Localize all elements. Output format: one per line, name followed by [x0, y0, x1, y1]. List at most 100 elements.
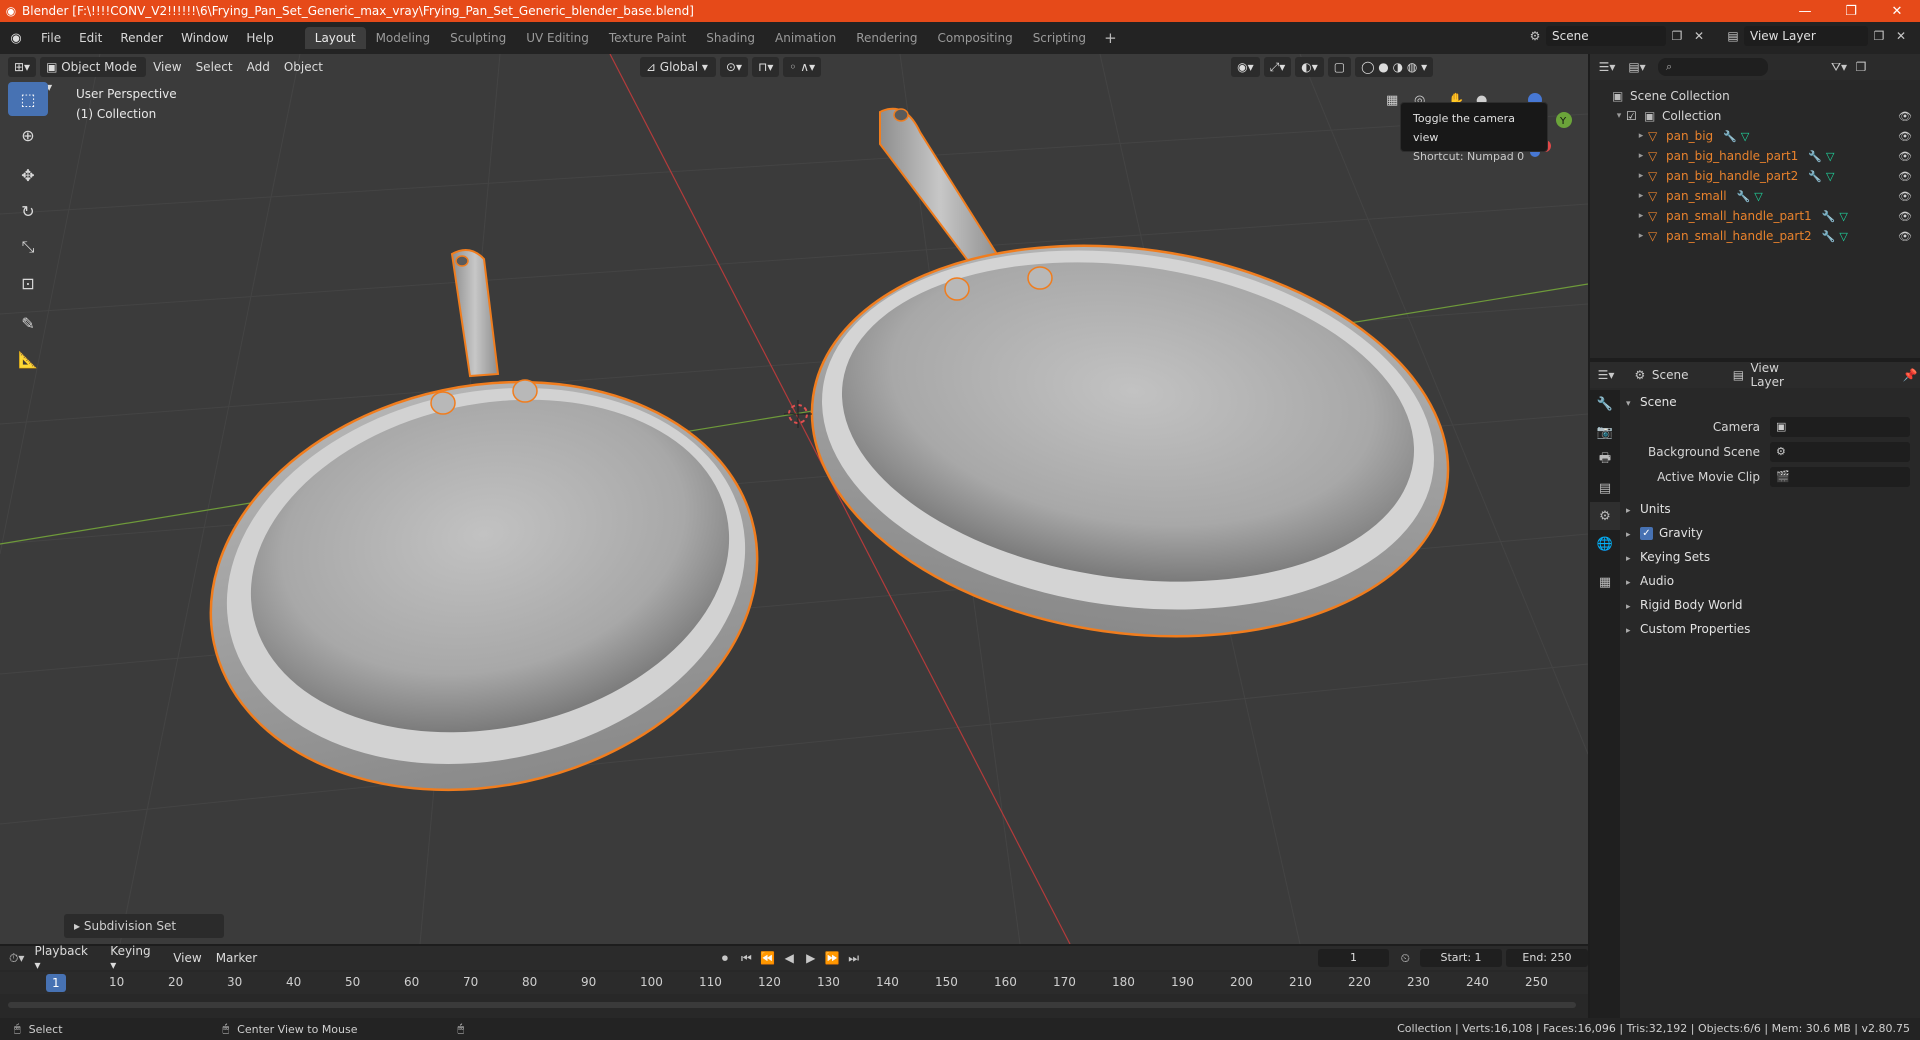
menu-add[interactable]: Add [240, 60, 277, 74]
cursor-tool-icon[interactable]: ⊕ [8, 118, 48, 152]
pan-small-mesh[interactable] [172, 249, 795, 839]
mode-dropdown[interactable]: ▣ Object Mode ▾ [40, 57, 147, 94]
pivot-point-icon[interactable]: ⊙▾ [719, 57, 748, 77]
scene-tab-icon[interactable]: ⚙ [1590, 502, 1620, 530]
background-scene-field[interactable]: ⚙ [1770, 441, 1910, 462]
current-frame-indicator[interactable]: 1 [46, 974, 66, 992]
eye-icon[interactable]: 👁 [1898, 230, 1912, 243]
menu-view[interactable]: View [166, 951, 208, 965]
next-keyframe-icon[interactable]: ⏩ [821, 951, 842, 965]
timeline-editor-icon[interactable]: ⏱▾ [6, 951, 27, 966]
editor-type-icon[interactable]: ⊞▾ [8, 57, 37, 77]
view-layer-name-field[interactable]: View Layer [1744, 26, 1868, 46]
tab-modeling[interactable]: Modeling [366, 27, 441, 49]
transform-orientation-dropdown[interactable]: ⊿ Global ▾ [639, 57, 716, 77]
modifier-wrench-icon[interactable]: 🔧 [1822, 230, 1836, 243]
units-panel-header[interactable]: ▸ Units [1626, 497, 1920, 521]
outliner-search-input[interactable]: ⌕ [1658, 58, 1768, 76]
scale-tool-icon[interactable]: ⤡ [8, 230, 48, 264]
gizmo-toggle-icon[interactable]: ⤢▾ [1263, 57, 1292, 77]
eye-icon[interactable]: 👁 [1898, 170, 1912, 183]
expand-arrow-icon[interactable]: ▸ [1634, 151, 1648, 161]
view-layer-tab-icon[interactable]: ▤ [1590, 474, 1620, 502]
remove-scene-icon[interactable]: ✕ [1688, 29, 1710, 43]
tool-tab-icon[interactable]: 🔧 [1590, 390, 1620, 418]
modifier-wrench-icon[interactable]: 🔧 [1808, 150, 1822, 163]
menu-view[interactable]: View [146, 60, 188, 74]
expand-arrow-icon[interactable]: ▸ [1634, 171, 1648, 181]
audio-panel-header[interactable]: ▸ Audio [1626, 569, 1920, 593]
gravity-checkbox[interactable]: ✓ [1640, 527, 1653, 540]
play-icon[interactable]: ▶ [800, 951, 821, 965]
prev-keyframe-icon[interactable]: ⏪ [757, 951, 778, 965]
transform-tool-icon[interactable]: ⊡ [8, 266, 48, 300]
properties-editor-icon[interactable]: ☰▾ [1596, 368, 1616, 382]
start-frame-field[interactable]: Start: 1 [1420, 949, 1502, 967]
mesh-data-icon[interactable]: ▽ [1826, 150, 1834, 163]
restore-button[interactable]: ❐ [1828, 4, 1874, 19]
mesh-data-icon[interactable]: ▽ [1754, 190, 1762, 203]
mesh-data-icon[interactable]: ▽ [1741, 130, 1749, 143]
eye-icon[interactable]: 👁 [1898, 210, 1912, 223]
tab-layout[interactable]: Layout [304, 27, 366, 49]
outliner-object-row[interactable]: ▸ ▽ pan_small 🔧 ▽ 👁 [1590, 186, 1920, 206]
eye-icon[interactable]: 👁 [1898, 110, 1912, 123]
render-tab-icon[interactable]: 📷 [1590, 418, 1620, 446]
scene-tab-label[interactable]: Scene [1652, 368, 1689, 382]
scene-panel-header[interactable]: ▾ Scene [1626, 390, 1920, 414]
move-tool-icon[interactable]: ✥ [8, 158, 48, 192]
tab-rendering[interactable]: Rendering [846, 27, 927, 49]
world-tab-icon[interactable]: 🌐 [1590, 530, 1620, 558]
3d-viewport[interactable]: Y ▦ ◎ ✋ ● ⊞▾ ▣ Object Mode ▾ View Select… [0, 54, 1588, 944]
proportional-edit-icon[interactable]: ◦ ∧▾ [783, 57, 822, 77]
add-workspace-icon[interactable]: + [1096, 29, 1125, 47]
mesh-data-icon[interactable]: ▽ [1839, 230, 1847, 243]
measure-tool-icon[interactable]: 📐 [8, 342, 48, 376]
menu-edit[interactable]: Edit [70, 31, 111, 45]
modifier-wrench-icon[interactable]: 🔧 [1822, 210, 1836, 223]
rigid-body-panel-header[interactable]: ▸ Rigid Body World [1626, 593, 1920, 617]
eye-icon[interactable]: 👁 [1898, 130, 1912, 143]
record-icon[interactable]: ⏺ [714, 951, 735, 966]
outliner-editor-icon[interactable]: ☰▾ [1596, 60, 1618, 74]
eye-icon[interactable]: 👁 [1898, 190, 1912, 203]
menu-window[interactable]: Window [172, 31, 237, 45]
tab-shading[interactable]: Shading [696, 27, 765, 49]
output-tab-icon[interactable]: 🖶 [1590, 446, 1620, 474]
custom-properties-panel-header[interactable]: ▸ Custom Properties [1626, 617, 1920, 641]
collapse-arrow-icon[interactable]: ▾ [1612, 111, 1626, 121]
scene-icon[interactable]: ⚙ [1524, 29, 1546, 43]
new-collection-icon[interactable]: ❐ [1850, 60, 1872, 74]
frame-ruler[interactable]: 1 10 20 30 40 50 60 70 80 90 100 110 120 130 140 150 16… [0, 972, 1588, 994]
scene-name-field[interactable]: Scene [1546, 26, 1666, 46]
modifier-wrench-icon[interactable]: 🔧 [1737, 190, 1751, 203]
new-view-layer-icon[interactable]: ❐ [1868, 29, 1890, 43]
outliner-object-row[interactable]: ▸ ▽ pan_big 🔧 ▽ 👁 [1590, 126, 1920, 146]
menu-object[interactable]: Object [277, 60, 330, 74]
overlay-toggle-icon[interactable]: ◐▾ [1295, 57, 1324, 77]
menu-playback[interactable]: Playback ▾ [27, 944, 103, 972]
tab-texture-paint[interactable]: Texture Paint [599, 27, 696, 49]
tab-animation[interactable]: Animation [765, 27, 846, 49]
outliner-object-row[interactable]: ▸ ▽ pan_big_handle_part1 🔧 ▽ 👁 [1590, 146, 1920, 166]
menu-marker[interactable]: Marker [209, 951, 264, 965]
outliner-object-row[interactable]: ▸ ▽ pan_small_handle_part1 🔧 ▽ 👁 [1590, 206, 1920, 226]
tab-uv-editing[interactable]: UV Editing [516, 27, 599, 49]
menu-render[interactable]: Render [111, 31, 172, 45]
xray-icon[interactable]: ▢ [1327, 57, 1352, 77]
blender-menu-icon[interactable]: ◉ [0, 31, 32, 46]
movie-clip-field[interactable]: 🎬 [1770, 466, 1910, 487]
close-button[interactable]: ✕ [1874, 4, 1920, 19]
snap-icon[interactable]: ⊓▾ [752, 57, 780, 77]
select-box-tool-icon[interactable]: ⬚ [8, 82, 48, 116]
collection-row[interactable]: ▾ ☑ ▣ Collection 👁 [1590, 106, 1920, 126]
visibility-icon[interactable]: ◉▾ [1231, 57, 1260, 77]
jump-end-icon[interactable]: ⏭ [843, 951, 864, 966]
pin-icon[interactable]: 📌 [1900, 368, 1920, 382]
play-reverse-icon[interactable]: ◀ [779, 951, 800, 965]
expand-arrow-icon[interactable]: ▸ [1634, 191, 1648, 201]
minimize-button[interactable]: — [1782, 4, 1828, 19]
view-layer-icon[interactable]: ▤ [1722, 29, 1744, 43]
keying-sets-panel-header[interactable]: ▸ Keying Sets [1626, 545, 1920, 569]
jump-start-icon[interactable]: ⏮ [736, 951, 757, 966]
